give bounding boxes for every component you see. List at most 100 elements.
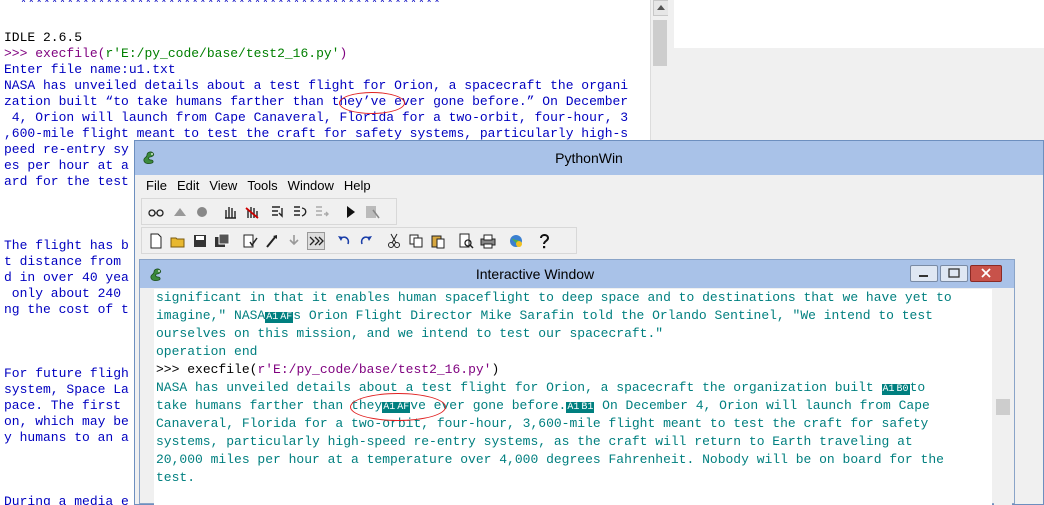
idle-output-line: es per hour at a [4,158,129,173]
idle-output-line: y humans to an a [4,430,129,445]
breakpoint-icon[interactable] [194,204,210,220]
garbled-char: A1 [881,384,896,395]
garbled-char: A1 [566,402,581,413]
console-command-line[interactable]: >>> execfile(r'E:/py_code/base/test2_16.… [156,361,499,379]
menu-tools[interactable]: Tools [242,175,282,197]
print-preview-icon[interactable] [458,233,474,249]
step-out-icon[interactable] [314,204,330,220]
scroll-thumb[interactable] [996,399,1010,415]
idle-output-line: t distance from [4,254,122,269]
standard-toolbar [141,227,577,254]
idle-output-line: zation built “to take humans farther tha… [4,94,629,109]
scroll-up-arrow-icon[interactable] [653,0,668,16]
idle-banner-stars: ****************************************… [4,0,441,11]
scroll-thumb[interactable] [653,20,667,66]
save-all-icon[interactable] [214,233,230,249]
interactive-console[interactable]: significant in that it enables human spa… [154,289,992,505]
menu-help[interactable]: Help [339,175,376,197]
idle-output-line: NASA has unveiled details about a test f… [4,78,629,93]
console-cmd-arg: r'E:/py_code/base/test2_16.py' [257,362,492,377]
console-line: operation end [156,344,258,359]
console-line: 20,000 miles per hour at a temperature o… [156,452,944,467]
print-icon[interactable] [480,233,496,249]
console-line: Canaveral, Florida for a two-orbit, four… [156,416,929,431]
idle-output-line: only about 240 [4,286,122,301]
pythonwin-window[interactable]: PythonWin File Edit View Tools Window Help [134,140,1044,505]
step-over-icon[interactable] [292,204,308,220]
menu-view[interactable]: View [204,175,242,197]
idle-cmd-close: ) [339,46,348,61]
idle-output-line: on, which may be [4,414,129,429]
console-prompt: >>> [156,362,188,377]
pythonwin-title: PythonWin [555,150,623,166]
console-line: significant in that it enables human spa… [156,290,952,305]
idle-output-line: system, Space La [4,382,129,397]
open-folder-icon[interactable] [170,233,186,249]
check-file-icon[interactable] [242,233,258,249]
menu-file[interactable]: File [141,175,172,197]
console-line: take humans farther than theyA1 AFve ever… [156,398,930,413]
save-disk-icon[interactable] [192,233,208,249]
cut-scissors-icon[interactable] [386,233,402,249]
pythonwin-title-bar[interactable]: PythonWin [135,141,1043,175]
go-run-icon[interactable] [342,204,358,220]
idle-output-line: peed re-entry sy [4,142,129,157]
run-script-icon[interactable] [264,233,280,249]
menu-bar: File Edit View Tools Window Help [135,175,1043,197]
annotation-circle [339,92,405,114]
idle-output-line: During a media e [4,494,129,505]
minimize-icon [919,275,928,277]
idle-output-line: pace. The first [4,398,122,413]
toggle-interactive-icon[interactable] [307,232,325,250]
minimize-button[interactable] [910,265,938,282]
watch-glasses-icon[interactable] [148,204,164,220]
interactive-scrollbar[interactable] [994,289,1012,505]
maximize-button[interactable] [940,265,968,282]
console-line: test. [156,470,196,485]
menu-window[interactable]: Window [283,175,339,197]
idle-command-line[interactable]: >>> execfile(r'E:/py_code/base/test2_16.… [4,46,347,62]
redo-icon[interactable] [358,233,374,249]
interactive-window-title: Interactive Window [475,266,595,282]
idle-output-line: For future fligh [4,366,129,381]
idle-prompt: >>> [4,46,36,61]
garbled-char: B1 [580,402,595,413]
hand-go-icon[interactable] [222,204,238,220]
idle-output-line: ng the cost of t [4,302,129,317]
annotation-circle [350,393,446,421]
debug-toolbar [141,198,397,225]
restore-icon [948,268,960,278]
step-in-icon[interactable] [270,204,286,220]
interactive-window-title-bar[interactable]: Interactive Window [140,260,1014,288]
close-debugger-icon[interactable] [364,204,380,220]
stack-view-icon[interactable] [172,204,188,220]
background-pane-content [674,0,1044,48]
help-question-icon[interactable] [536,233,552,249]
idle-cmd-arg: r'E:/py_code/base/test2_16.py' [105,46,340,61]
idle-version: IDLE 2.6.5 [4,30,83,45]
browser-globe-icon[interactable] [508,233,524,249]
console-line: ourselves on this mission, and we intend… [156,326,664,341]
garbled-char: B0 [895,384,910,395]
menu-edit[interactable]: Edit [172,175,204,197]
idle-output-line: ard for the test [4,174,129,189]
interactive-window[interactable]: Interactive Window significant in that i… [139,259,1015,505]
garbled-char: A1 [265,312,280,323]
undo-icon[interactable] [336,233,352,249]
paste-icon[interactable] [430,233,446,249]
import-icon[interactable] [286,233,302,249]
idle-input-prompt: Enter file name:u1.txt [4,62,176,77]
close-icon [981,268,991,278]
new-file-icon[interactable] [148,233,164,249]
idle-cmd-func: execfile( [35,46,106,61]
console-line: imagine," NASAA1 AFs Orion Flight Directo… [156,308,933,323]
garbled-char: AF [279,312,294,323]
close-button[interactable] [970,265,1002,282]
copy-icon[interactable] [408,233,424,249]
idle-output-line: d in over 40 yea [4,270,129,285]
idle-output-line: 4, Orion will launch from Cape Canaveral… [4,110,629,125]
console-line: NASA has unveiled details about a test f… [156,380,926,395]
console-line: systems, particularly high-speed re-entr… [156,434,913,449]
idle-output-line: The flight has b [4,238,129,253]
hand-stop-icon[interactable] [244,204,260,220]
